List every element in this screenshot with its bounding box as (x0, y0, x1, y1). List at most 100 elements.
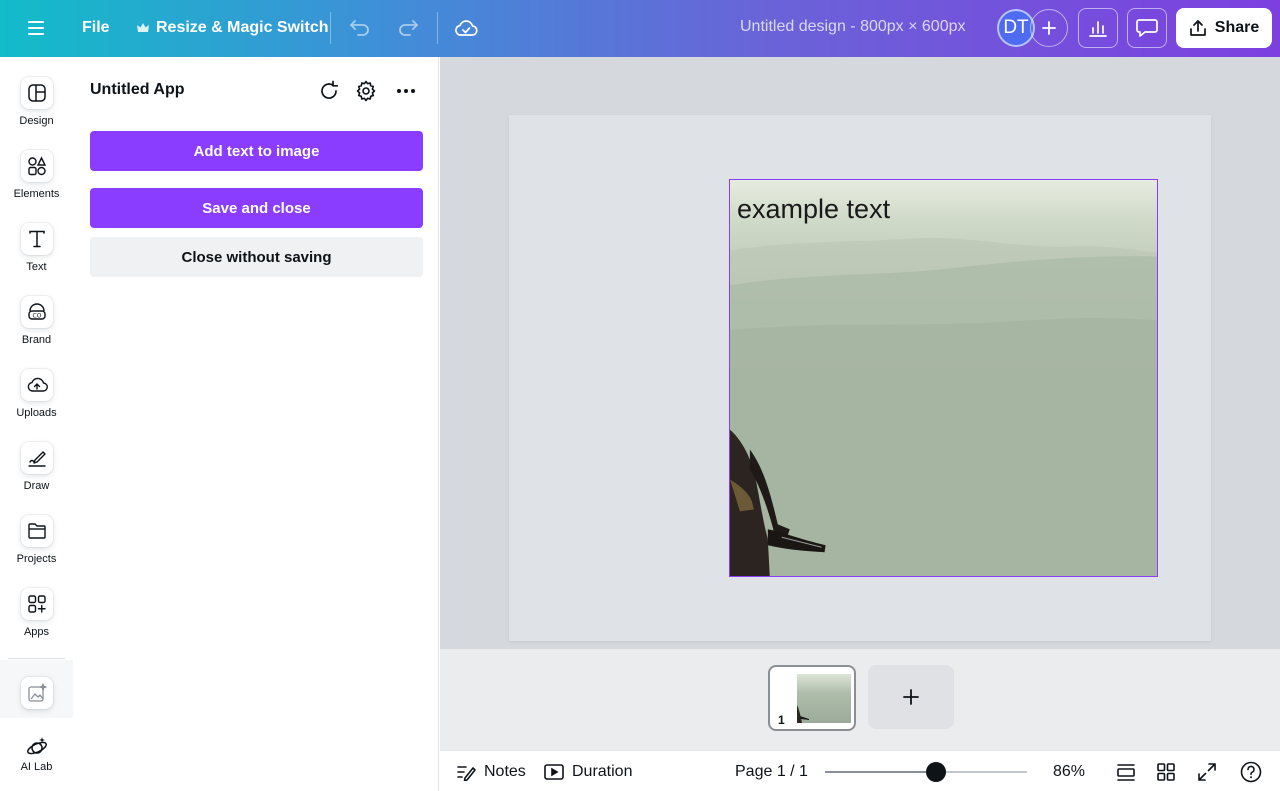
grid-icon (1157, 763, 1175, 781)
top-bar: File Resize & Magic Switch Untitled desi… (0, 0, 1280, 57)
menu-button[interactable] (20, 14, 52, 42)
mountain-photo (730, 237, 1157, 576)
gear-icon (356, 80, 376, 102)
fullscreen-button[interactable] (1196, 761, 1218, 783)
hamburger-icon (28, 21, 44, 35)
photo-element[interactable]: example text (729, 179, 1158, 577)
page-thumbnail[interactable]: 1 (768, 665, 856, 731)
comments-button[interactable] (1127, 8, 1167, 48)
add-page-button[interactable] (868, 665, 954, 729)
rail-item-brand[interactable]: CO Brand (0, 296, 73, 346)
notes-icon (457, 766, 476, 781)
grid-view-button[interactable] (1155, 761, 1177, 783)
canvas-workspace: example text (440, 57, 1280, 649)
redo-button[interactable] (392, 14, 424, 42)
zoom-slider-fill (825, 771, 937, 773)
resize-magic-switch-button[interactable]: Resize & Magic Switch (128, 14, 337, 42)
rail-icon-container (20, 150, 53, 182)
plus-icon (903, 689, 919, 705)
undo-button[interactable] (344, 14, 376, 42)
rail-label: Apps (23, 626, 50, 638)
pen-icon (27, 451, 46, 467)
image-sparkle-icon (27, 683, 47, 702)
more-options-button[interactable] (392, 77, 420, 105)
rail-divider (8, 658, 65, 659)
zoom-level[interactable]: 86% (1053, 763, 1085, 781)
page-number: 1 (778, 713, 785, 727)
page-indicator[interactable]: Page 1 / 1 (735, 763, 808, 781)
bar-chart-icon (1089, 21, 1107, 37)
document-title[interactable]: Untitled design - 800px × 600px (740, 18, 965, 36)
share-label: Share (1214, 19, 1260, 36)
rail-label: Draw (23, 480, 50, 492)
share-button[interactable]: Share (1176, 8, 1272, 48)
share-upload-icon (1189, 20, 1206, 36)
design-page[interactable]: example text (509, 115, 1211, 641)
rail-icon-container (20, 369, 53, 401)
add-text-to-image-button[interactable]: Add text to image (90, 131, 423, 171)
rail-item-text[interactable]: Text (0, 223, 73, 273)
rail-label: Text (26, 261, 47, 273)
duration-button[interactable]: Duration (544, 761, 632, 783)
play-box-icon (544, 764, 564, 780)
thumbnail-image (797, 674, 851, 723)
brand-icon: CO (27, 303, 46, 320)
rail-item-uploads[interactable]: Uploads (0, 369, 73, 419)
svg-text:CO: CO (32, 313, 41, 320)
rail-label: Design (19, 115, 54, 127)
layout-icon (27, 84, 46, 102)
page-view-button[interactable] (1115, 761, 1137, 783)
rail-label: Uploads (16, 407, 57, 419)
side-rail: Design Elements Text CO Brand Uploads Dr… (0, 57, 74, 791)
notes-label: Notes (484, 763, 526, 780)
rail-item-draw[interactable]: Draw (0, 442, 73, 492)
settings-button[interactable] (352, 77, 380, 105)
insights-button[interactable] (1078, 8, 1118, 48)
notes-button[interactable]: Notes (456, 761, 526, 783)
expand-icon (1198, 763, 1216, 781)
page-strip: 1 (440, 649, 1280, 750)
undo-icon (350, 20, 369, 36)
rail-item-design[interactable]: Design (0, 77, 73, 127)
rail-item-magic-media[interactable] (0, 677, 73, 709)
overlay-text[interactable]: example text (737, 194, 890, 225)
rail-icon-container (20, 588, 53, 620)
rail-item-apps[interactable]: Apps (0, 588, 73, 638)
panel-title: Untitled App (90, 81, 185, 98)
rail-item-elements[interactable]: Elements (0, 150, 73, 200)
save-and-close-button[interactable]: Save and close (90, 188, 423, 228)
text-icon (28, 230, 45, 248)
app-panel: Untitled App Add text to image Save and … (74, 57, 439, 791)
toolbar-divider (330, 12, 331, 44)
reload-button[interactable] (315, 77, 343, 105)
cloud-check-icon (455, 20, 478, 36)
comment-icon (1136, 19, 1158, 37)
help-button[interactable] (1240, 761, 1262, 783)
more-horizontal-icon (397, 89, 415, 93)
invite-button[interactable] (1030, 9, 1068, 47)
pages-view-icon (1117, 764, 1135, 781)
rail-label: AI Lab (20, 761, 53, 773)
close-without-saving-button[interactable]: Close without saving (90, 237, 423, 277)
rail-label: Brand (21, 334, 52, 346)
rail-label: Projects (16, 553, 57, 565)
crown-icon (137, 23, 149, 32)
refresh-icon (321, 80, 339, 99)
zoom-slider[interactable] (825, 762, 1027, 782)
rail-icon-container (20, 77, 53, 109)
help-icon (1240, 761, 1262, 783)
plus-icon (1042, 21, 1056, 35)
toolbar-divider (437, 12, 438, 44)
rail-item-projects[interactable]: Projects (0, 515, 73, 565)
rail-item-ai-lab[interactable]: AI Lab (0, 735, 73, 773)
resize-label: Resize & Magic Switch (156, 19, 329, 36)
zoom-slider-thumb[interactable] (926, 762, 947, 782)
rail-icon-container (20, 515, 53, 547)
save-status-button[interactable] (450, 14, 482, 42)
ai-lab-icon (26, 737, 47, 755)
cloud-upload-icon (27, 377, 48, 392)
shapes-icon (27, 156, 46, 176)
rail-icon-container (20, 677, 53, 709)
file-menu-button[interactable]: File (72, 14, 120, 42)
rail-icon-container: CO (20, 296, 53, 328)
